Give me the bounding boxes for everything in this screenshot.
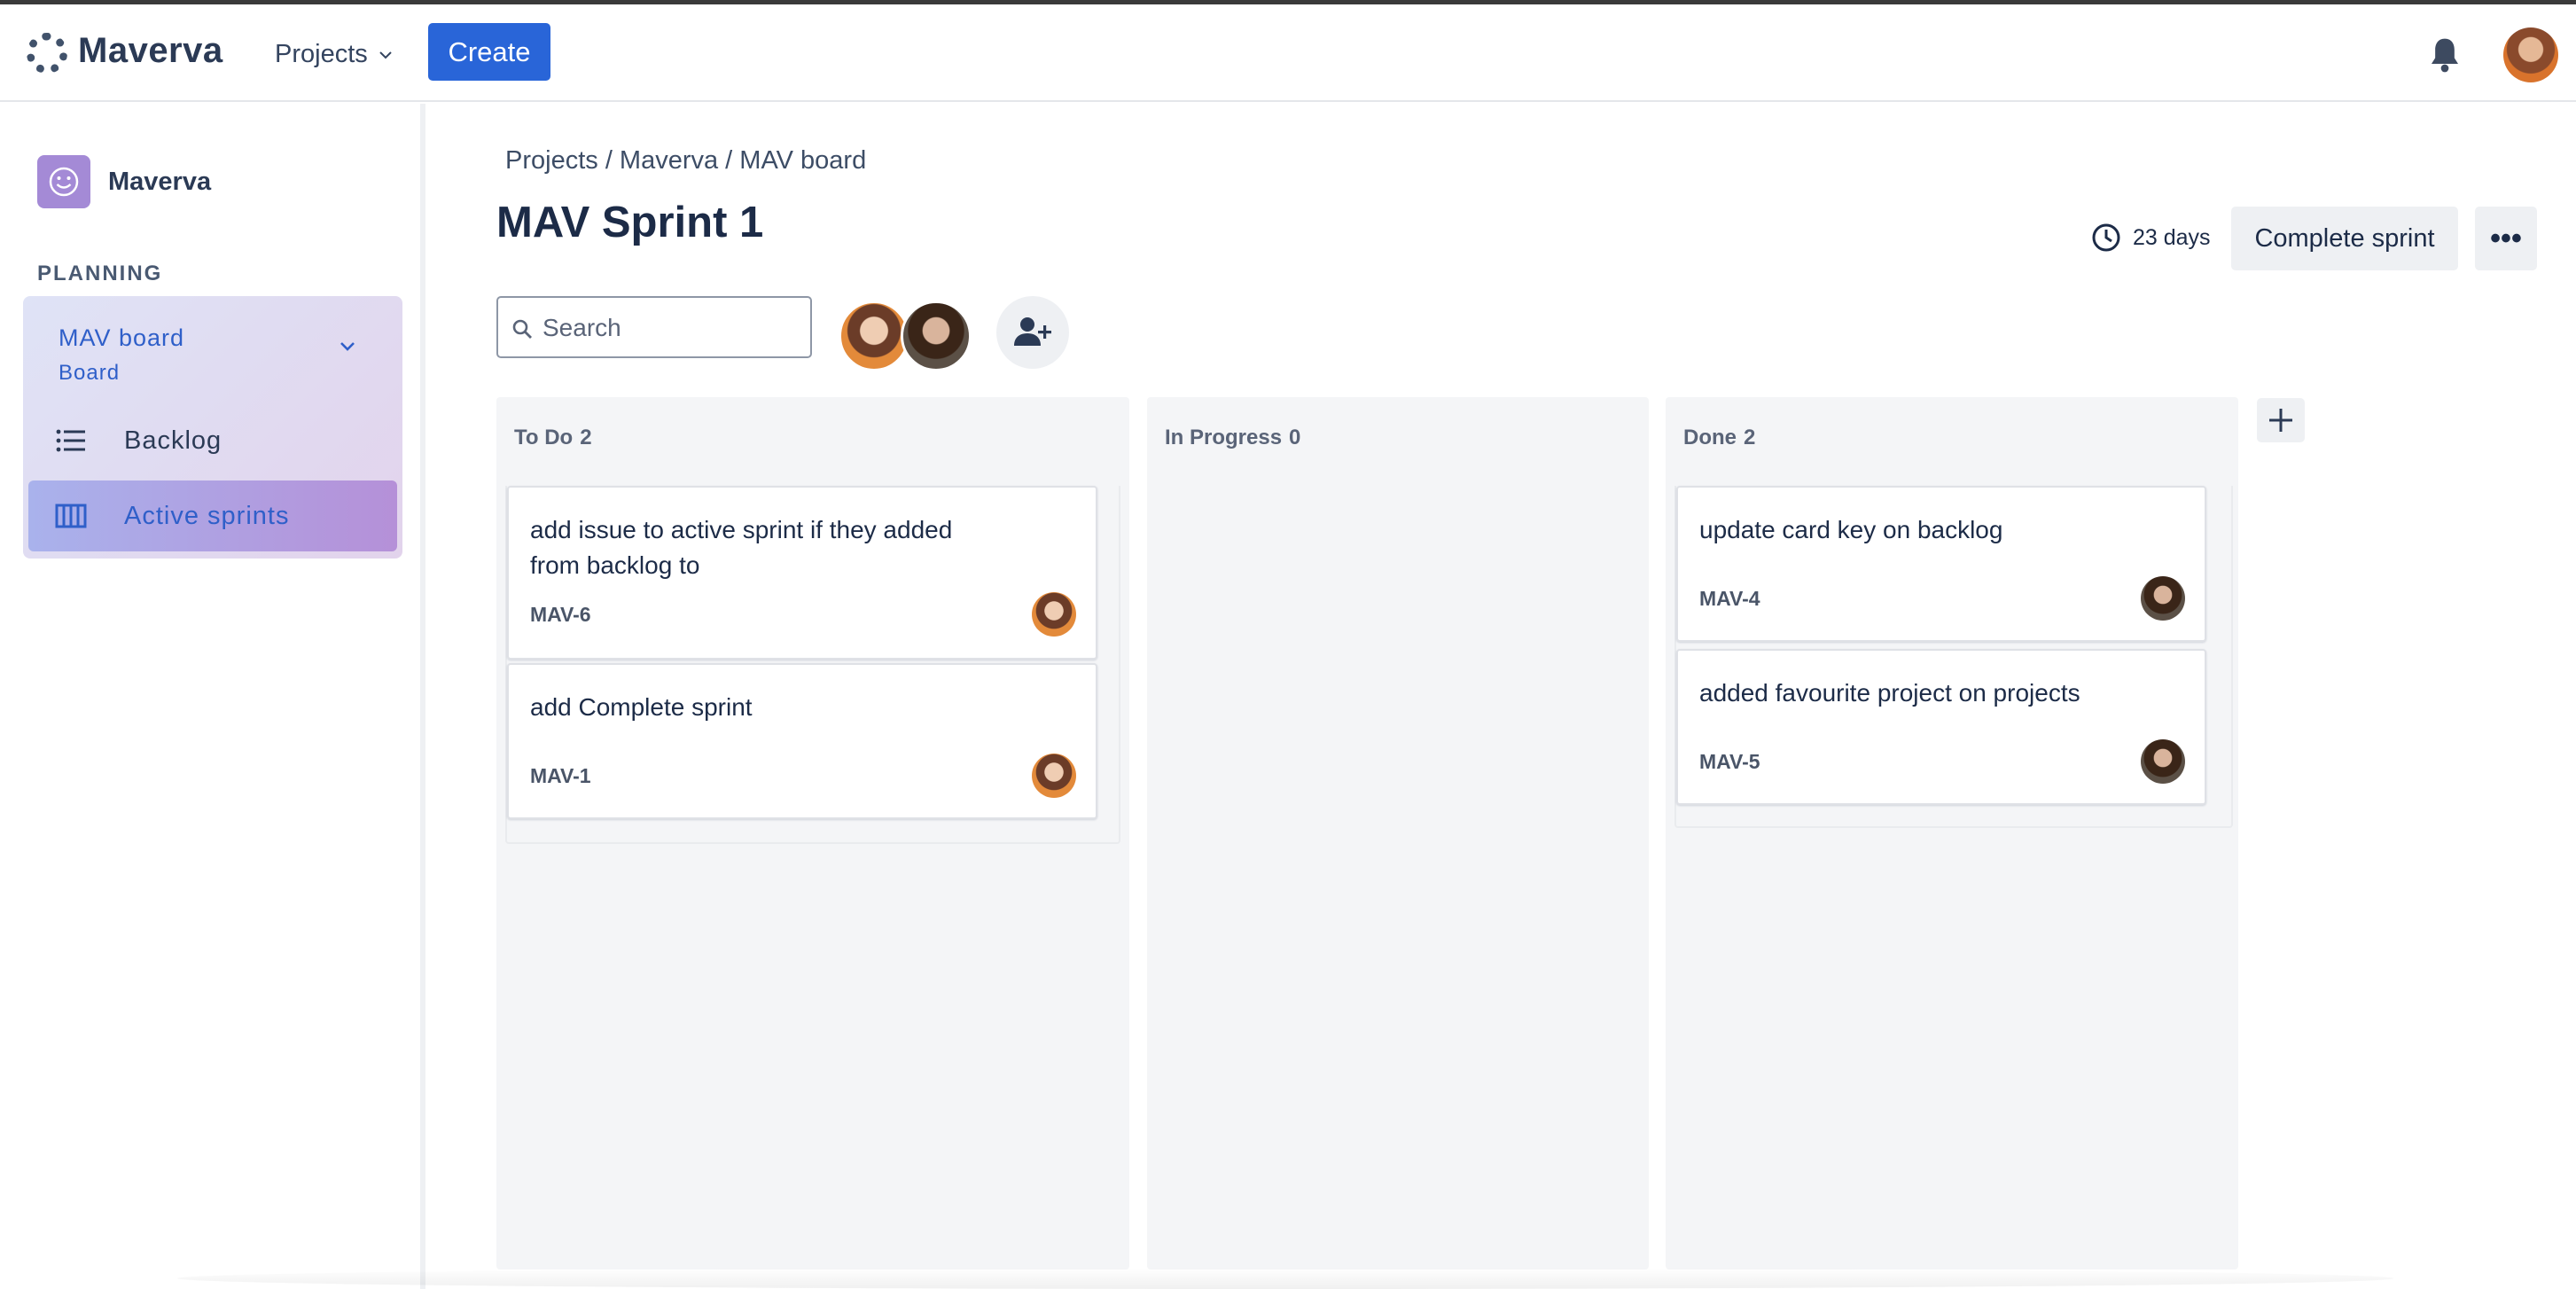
column-dropzone[interactable]: update card key on backlog MAV-4 added f…	[1674, 486, 2233, 828]
sidebar-item-backlog[interactable]: Backlog	[28, 405, 397, 476]
create-button[interactable]: Create	[428, 23, 550, 81]
sprint-days-remaining: 23 days	[2090, 222, 2211, 254]
column-count: 0	[1289, 426, 1301, 449]
plus-icon	[2269, 409, 2292, 432]
breadcrumb[interactable]: Projects / Maverva / MAV board	[505, 146, 866, 176]
more-options-button[interactable]: •••	[2475, 207, 2537, 270]
chevron-down-icon	[379, 51, 392, 59]
issue-card[interactable]: update card key on backlog MAV-4	[1676, 486, 2206, 642]
column-todo: To Do 2 add issue to active sprint if the…	[496, 397, 1129, 1269]
issue-title: add Complete sprint	[530, 693, 753, 721]
assignee-avatar[interactable]	[1032, 754, 1076, 798]
board-group: MAV board Board Backlog Active sprints	[23, 296, 402, 559]
issue-key: MAV-5	[1699, 750, 1760, 773]
assignee-filter-avatar[interactable]	[839, 301, 909, 371]
list-icon	[56, 429, 85, 452]
add-person-icon	[1014, 317, 1051, 346]
days-remaining-text: 23 days	[2133, 224, 2211, 250]
issue-card[interactable]: add Complete sprint MAV-1	[507, 663, 1097, 819]
sidebar-item-label: Active sprints	[124, 501, 290, 530]
assignee-filter-avatar[interactable]	[901, 301, 972, 371]
search-field[interactable]	[496, 296, 812, 358]
page-title: MAV Sprint 1	[496, 199, 764, 246]
notification-bell-icon[interactable]	[2427, 35, 2463, 74]
board-selector[interactable]: MAV board Board	[59, 324, 184, 386]
projects-menu-label: Projects	[275, 40, 368, 68]
assignee-avatar[interactable]	[2141, 576, 2185, 621]
top-navigation-bar: Maverva Projects Create	[0, 4, 2576, 102]
clock-icon	[2092, 223, 2120, 252]
column-title: In Progress	[1165, 426, 1283, 449]
board-columns-icon	[55, 504, 87, 528]
issue-title: add issue to active sprint if they added…	[530, 516, 953, 579]
issue-key: MAV-1	[530, 764, 591, 787]
chevron-down-icon[interactable]	[335, 333, 360, 358]
sidebar-project-name[interactable]: Maverva	[108, 168, 211, 197]
issue-title: added favourite project on projects	[1699, 679, 2080, 707]
column-dropzone[interactable]: add issue to active sprint if they added…	[505, 486, 1120, 844]
search-input[interactable]	[543, 309, 800, 348]
smiley-icon	[49, 167, 79, 197]
planning-section-label: PLANNING	[37, 262, 163, 285]
assignee-avatar[interactable]	[1032, 592, 1076, 637]
column-header: To Do 2	[514, 426, 592, 450]
board-subtitle: Board	[59, 361, 121, 385]
column-title: To Do	[514, 426, 574, 449]
column-header: In Progress 0	[1165, 426, 1300, 450]
sidebar: Maverva PLANNING MAV board Board Backlog	[0, 104, 425, 1289]
complete-sprint-button[interactable]: Complete sprint	[2231, 207, 2458, 270]
column-title: Done	[1683, 426, 1737, 449]
brand-name[interactable]: Maverva	[78, 31, 223, 71]
assignee-avatar[interactable]	[2141, 739, 2185, 784]
search-icon	[512, 319, 532, 339]
column-in-progress[interactable]: In Progress 0	[1147, 397, 1649, 1269]
maverva-logo-icon[interactable]	[27, 33, 67, 74]
board-title: MAV board	[59, 324, 185, 351]
column-done: Done 2 update card key on backlog MAV-4 a…	[1666, 397, 2238, 1269]
column-count: 2	[580, 426, 592, 449]
issue-card[interactable]: add issue to active sprint if they added…	[507, 486, 1097, 660]
column-count: 2	[1744, 426, 1756, 449]
issue-key: MAV-6	[530, 603, 591, 626]
add-column-button[interactable]	[2257, 398, 2305, 442]
user-avatar[interactable]	[2503, 27, 2558, 82]
issue-card[interactable]: added favourite project on projects MAV-…	[1676, 649, 2206, 805]
sidebar-item-label: Backlog	[124, 426, 222, 455]
issue-title: update card key on backlog	[1699, 516, 2003, 543]
sidebar-item-active-sprints[interactable]: Active sprints	[28, 480, 397, 551]
projects-menu[interactable]: Projects	[275, 40, 394, 69]
project-avatar-icon	[37, 155, 90, 208]
add-people-button[interactable]	[996, 296, 1069, 369]
bottom-shadow	[177, 1268, 2393, 1289]
column-header: Done 2	[1683, 426, 1755, 450]
issue-key: MAV-4	[1699, 587, 1760, 610]
